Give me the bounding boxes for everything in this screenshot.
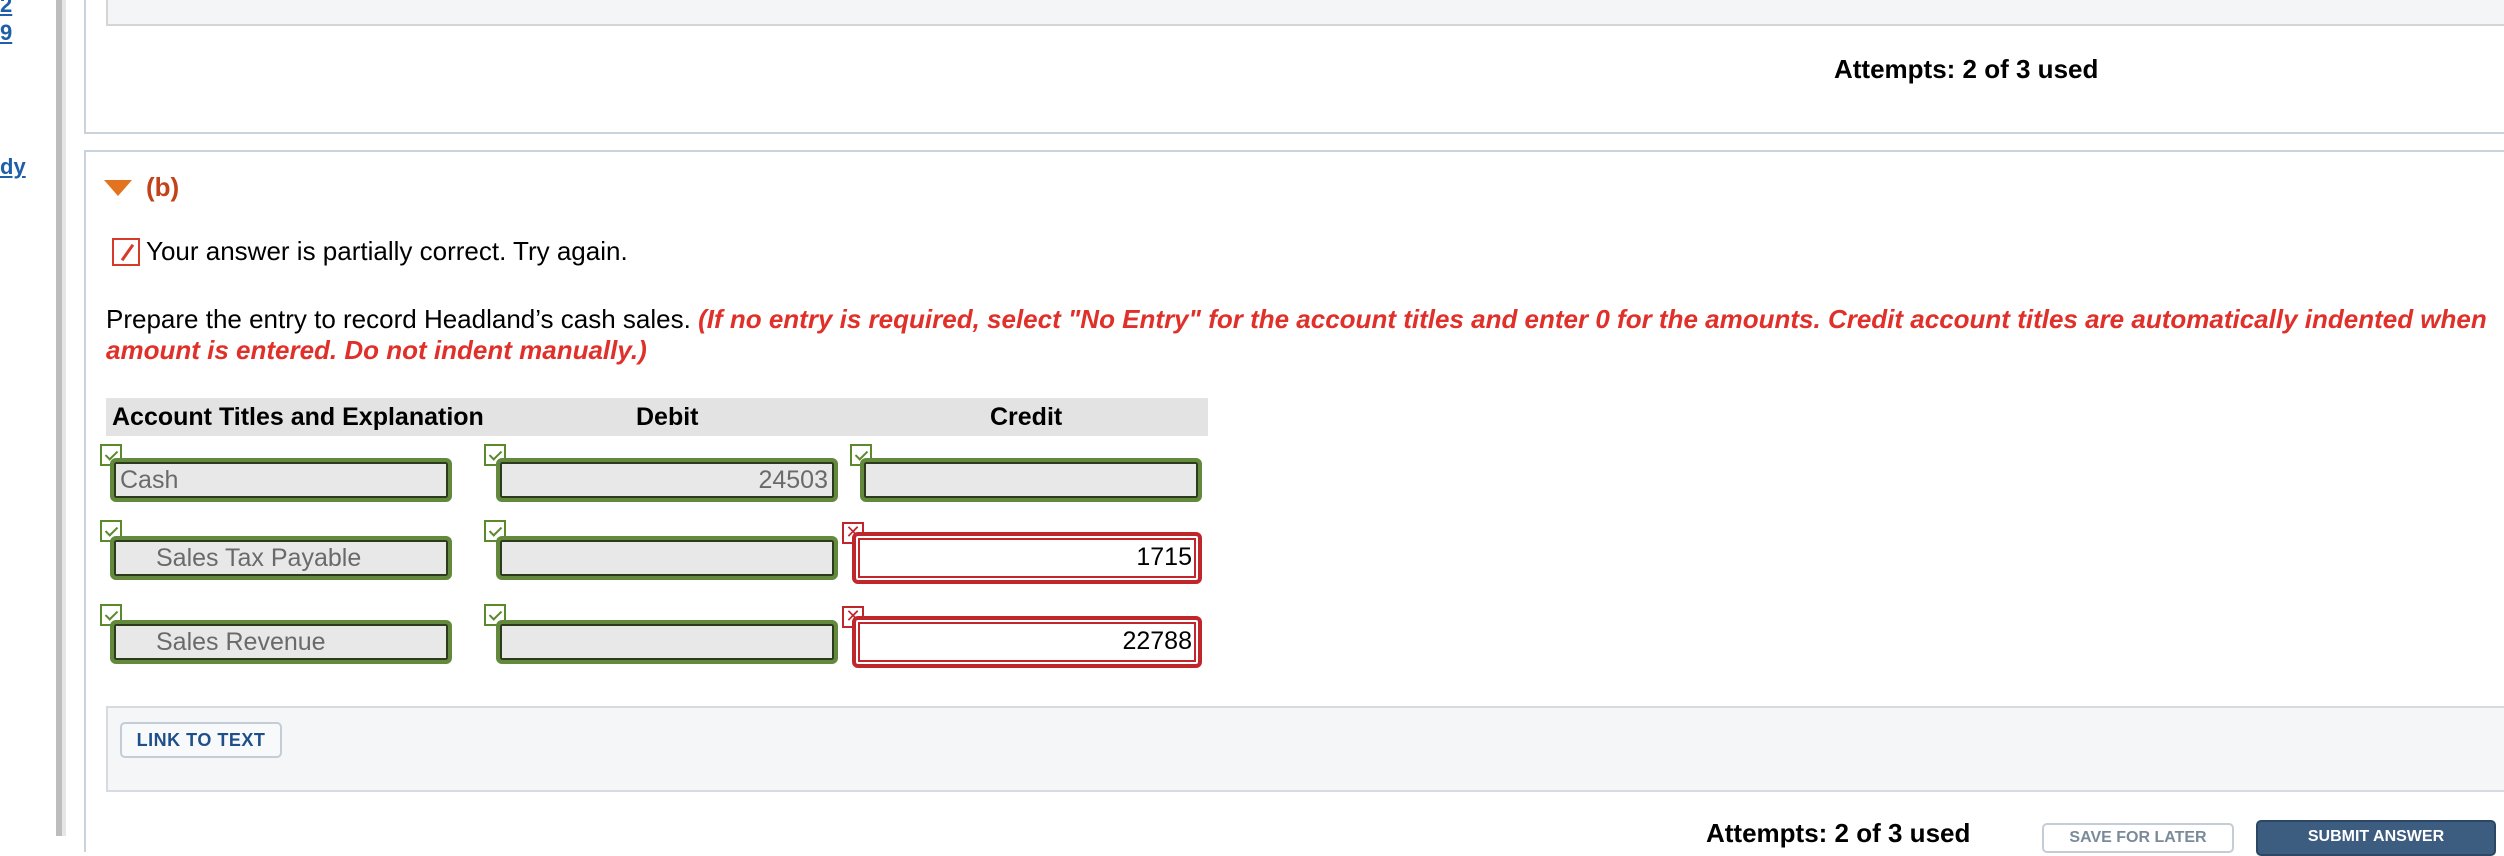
previous-part-link-bar bbox=[106, 0, 2504, 26]
debit-input[interactable] bbox=[496, 620, 838, 664]
credit-input[interactable]: 22788 bbox=[852, 616, 1202, 668]
question-prompt: Prepare the entry to record Headland’s c… bbox=[106, 304, 691, 334]
answer-status: Your answer is partially correct. Try ag… bbox=[112, 236, 628, 267]
credit-input[interactable]: 1715 bbox=[852, 532, 1202, 584]
triangle-down-icon bbox=[104, 179, 132, 196]
journal-header-row: Account Titles and Explanation Debit Cre… bbox=[106, 398, 1208, 436]
header-credit: Credit bbox=[990, 403, 1063, 431]
header-account: Account Titles and Explanation bbox=[112, 403, 484, 431]
left-nav-strip: 2 9 dy bbox=[0, 0, 56, 836]
question-text: Prepare the entry to record Headland’s c… bbox=[106, 304, 2502, 366]
link-to-text-bar bbox=[106, 706, 2504, 792]
left-nav-link-2[interactable]: 9 bbox=[0, 20, 12, 46]
submit-answer-button[interactable]: SUBMIT ANSWER bbox=[2256, 820, 2496, 856]
status-text: Your answer is partially correct. Try ag… bbox=[146, 236, 628, 266]
debit-input[interactable] bbox=[496, 536, 838, 580]
attempts-counter: Attempts: 2 of 3 used bbox=[1834, 54, 2099, 84]
left-nav-link-3[interactable]: dy bbox=[0, 154, 26, 180]
header-debit: Debit bbox=[636, 403, 699, 431]
debit-input[interactable]: 24503 bbox=[496, 458, 838, 502]
attempts-counter-bottom: Attempts: 2 of 3 used bbox=[1706, 818, 1971, 848]
left-nav-link-1[interactable]: 2 bbox=[0, 0, 12, 18]
credit-input[interactable] bbox=[860, 458, 1202, 502]
save-for-later-button[interactable]: SAVE FOR LATER bbox=[2042, 823, 2234, 853]
account-title-input[interactable]: Sales Revenue bbox=[110, 620, 452, 664]
account-title-input[interactable]: Sales Tax Payable bbox=[110, 536, 452, 580]
part-label: (b) bbox=[146, 172, 180, 202]
pencil-icon bbox=[112, 237, 140, 266]
part-b-toggle[interactable]: (b) bbox=[104, 172, 179, 203]
account-title-input[interactable]: Cash bbox=[110, 458, 452, 502]
link-to-text-button[interactable]: LINK TO TEXT bbox=[120, 722, 282, 758]
divider bbox=[62, 0, 66, 836]
